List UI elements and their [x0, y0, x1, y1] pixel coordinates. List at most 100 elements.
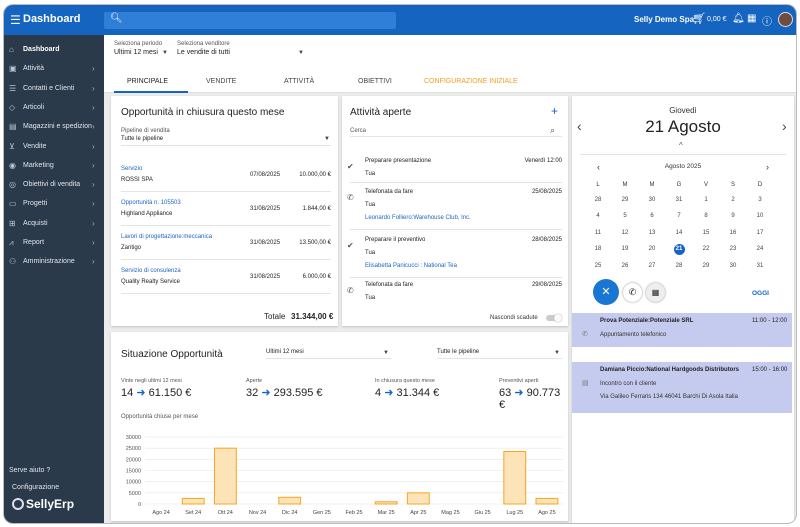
calendar-day[interactable]: 17 [754, 230, 766, 236]
tab-obiettivi[interactable]: OBIETTIVI [358, 78, 392, 85]
sidebar-item-marketing[interactable]: ◉ Marketing › [4, 158, 104, 174]
x-tick-label: Lug 25 [506, 510, 523, 516]
sidebar-item-dashboard[interactable]: ⌂ Dashboard [4, 42, 104, 58]
calendar-day[interactable]: 29 [619, 197, 631, 203]
calendar-day[interactable]: 31 [754, 263, 766, 269]
activity-title[interactable]: Telefonata da fare [365, 282, 413, 288]
chevron-down-icon[interactable]: ▼ [298, 50, 304, 56]
calendar-day[interactable]: 19 [619, 246, 631, 252]
opportunity-link[interactable]: Servizio di consulenza [121, 268, 181, 274]
calendar-day[interactable]: 28 [592, 197, 604, 203]
bell-icon[interactable]: 🔔︎ [732, 13, 745, 24]
activity-contact-link[interactable]: Leonardo Folliero:Warehouse Club, Inc. [365, 215, 471, 221]
sidebar-item-amministrazione[interactable]: ⚇ Amministrazione › [4, 254, 104, 270]
today-button[interactable]: OGGI [752, 290, 769, 297]
activity-title[interactable]: Preparare presentazione [365, 158, 431, 164]
sidebar-item-acquisti[interactable]: ⊞ Acquisti › [4, 216, 104, 232]
pipeline-select[interactable]: Tutte le pipeline [121, 136, 163, 142]
sidebar-item-vendite[interactable]: ⊻ Vendite › [4, 139, 104, 155]
activity-contact-link[interactable]: Elisabetta Panicucci : National Tea [365, 263, 457, 269]
sidebar-item-report[interactable]: ⩘ Report › [4, 235, 104, 251]
menu-icon[interactable]: ☰ [10, 13, 21, 27]
opportunity-amount: 13.500,00 € [299, 240, 331, 246]
calendar-day[interactable]: 18 [592, 246, 604, 252]
tab-attivita[interactable]: ATTIVITÀ [284, 78, 314, 85]
calendar-day[interactable]: 26 [619, 263, 631, 269]
close-fab-button[interactable]: ✕ [593, 279, 619, 305]
opportunity-company: Highland Appliance [121, 211, 173, 217]
config-link[interactable]: Configurazione [12, 484, 59, 491]
add-activity-button[interactable]: + [551, 104, 558, 118]
tab-vendite[interactable]: VENDITE [206, 78, 236, 85]
calendar-day[interactable]: 16 [727, 230, 739, 236]
calendar-icon[interactable]: ▦ [747, 13, 756, 24]
help-icon[interactable]: ⓘ [762, 13, 772, 28]
sidebar-item-contatti[interactable]: ☰ Contatti e Clienti › [4, 81, 104, 97]
appointment-time: 11:00 - 12:00 [752, 318, 787, 324]
calendar-day[interactable]: 24 [754, 246, 766, 252]
calendar-day[interactable]: 28 [673, 263, 685, 269]
y-tick-label: 5000 [129, 491, 141, 497]
calendar-day[interactable]: 1 [700, 197, 712, 203]
calendar-day[interactable]: 13 [646, 230, 658, 236]
calendar-day[interactable]: 6 [646, 213, 658, 219]
calendar-day[interactable]: 22 [700, 246, 712, 252]
sidebar-item-obiettivi[interactable]: ◎ Obiettivi di vendita › [4, 177, 104, 193]
sidebar-item-articoli[interactable]: ◇ Articoli › [4, 100, 104, 116]
calendar-day[interactable]: 12 [619, 230, 631, 236]
chevron-down-icon[interactable]: ▼ [162, 50, 168, 56]
calendar-day[interactable]: 3 [754, 197, 766, 203]
calendar-day[interactable]: 30 [727, 263, 739, 269]
calendar-day[interactable]: 5 [619, 213, 631, 219]
calendar-day[interactable]: 2 [727, 197, 739, 203]
sidebar-item-attivita[interactable]: ▣ Attività › [4, 61, 104, 77]
prev-day-button[interactable]: ‹ [577, 118, 582, 134]
calendar-day[interactable]: 31 [673, 197, 685, 203]
tab-configurazione[interactable]: CONFIGURAZIONE INIZIALE [424, 78, 518, 85]
seller-select[interactable]: Le vendite di tutti [177, 49, 230, 56]
hide-expired-label: Nascondi scadute [490, 315, 538, 321]
next-day-button[interactable]: › [782, 118, 787, 134]
search-icon[interactable]: ⌕ [550, 125, 555, 136]
calendar-day[interactable]: 20 [646, 246, 658, 252]
calendar-day[interactable]: 4 [592, 213, 604, 219]
sidebar-item-progetti[interactable]: ▭ Progetti › [4, 196, 104, 212]
calendar-add-icon[interactable]: ▦ [646, 283, 665, 302]
calendar-day[interactable]: 7 [673, 213, 685, 219]
opportunity-link[interactable]: Servizio [121, 166, 142, 172]
appointment-item[interactable]: ▤ Damiana Piccio:National Hardgoods Distr… [572, 362, 792, 413]
search-input[interactable]: 🔍︎ [104, 12, 396, 29]
calendar-day[interactable]: 23 [727, 246, 739, 252]
chevron-down-icon[interactable]: ▼ [324, 136, 330, 142]
period-select[interactable]: Ultimi 12 mesi [114, 49, 158, 56]
opportunity-link[interactable]: Opportunità n. 105503 [121, 200, 181, 206]
calendar-day[interactable]: 21 [673, 246, 685, 252]
tab-principale[interactable]: PRINCIPALE [127, 78, 168, 85]
sidebar-item-magazzini[interactable]: ▤ Magazzini e spedizion › [4, 119, 104, 135]
calendar-day[interactable]: 8 [700, 213, 712, 219]
cart-icon[interactable]: 🛒︎ [692, 12, 706, 25]
phone-icon[interactable]: ✆ [623, 283, 642, 302]
company-name[interactable]: Selly Demo Spa [634, 15, 694, 24]
calendar-day[interactable]: 30 [646, 197, 658, 203]
calendar-day[interactable]: 9 [727, 213, 739, 219]
activity-title[interactable]: Telefonata da fare [365, 189, 413, 195]
tab-bar: PRINCIPALE VENDITE ATTIVITÀ OBIETTIVI CO… [104, 71, 796, 93]
calendar-day[interactable]: 15 [700, 230, 712, 236]
avatar[interactable] [778, 12, 793, 27]
hide-expired-toggle[interactable] [546, 314, 562, 322]
calendar-day[interactable]: 27 [646, 263, 658, 269]
help-link[interactable]: Serve aiuto ? [9, 467, 50, 474]
next-month-button[interactable]: › [766, 162, 769, 172]
calendar-day[interactable]: 29 [700, 263, 712, 269]
opportunity-link[interactable]: Lavori di progettazione:meccanica [121, 234, 212, 240]
weekday-header: L [596, 182, 600, 188]
calendar-day[interactable]: 10 [754, 213, 766, 219]
calendar-day[interactable]: 11 [592, 230, 604, 236]
calendar-day[interactable]: 25 [592, 263, 604, 269]
calendar-day[interactable]: 14 [673, 230, 685, 236]
collapse-icon[interactable]: ^ [679, 141, 683, 150]
activity-search-input[interactable]: Cerca [350, 128, 366, 134]
activity-title[interactable]: Preparare il preventivo [365, 237, 425, 243]
appointment-item[interactable]: ✆ Prova Potenziale:Potenziale SRL 11:00 - … [572, 313, 792, 347]
